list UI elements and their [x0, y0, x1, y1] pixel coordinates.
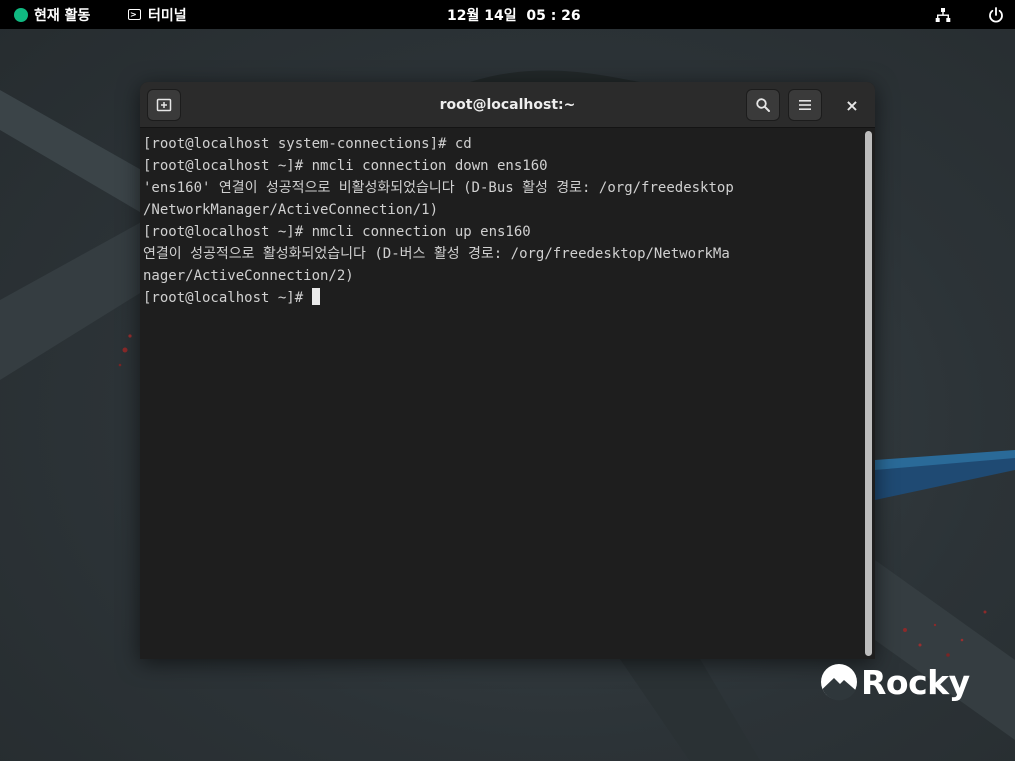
terminal-scrollbar[interactable]: [865, 131, 872, 656]
terminal-window[interactable]: root@localhost:~ × [root@localhost syste…: [140, 82, 875, 659]
clock-button[interactable]: 12월 14일 05 : 26: [447, 0, 581, 29]
hamburger-menu-icon: [799, 100, 811, 110]
terminal-line: /NetworkManager/ActiveConnection/1): [143, 202, 439, 218]
terminal-content[interactable]: [root@localhost system-connections]# cd …: [140, 129, 875, 659]
app-menu-terminal[interactable]: > 터미널: [128, 0, 187, 29]
activities-button[interactable]: 현재 활동: [14, 0, 90, 29]
hamburger-menu-button[interactable]: [788, 89, 822, 121]
search-icon: [756, 98, 770, 112]
clock-label: 12월 14일 05 : 26: [447, 7, 581, 24]
close-icon: ×: [845, 95, 859, 115]
terminal-line: [root@localhost ~]# nmcli connection dow…: [143, 158, 548, 174]
rocky-logo-text: Rocky: [861, 662, 970, 702]
terminal-line: 'ens160' 연결이 성공적으로 비활성화되었습니다 (D-Bus 활성 경…: [143, 180, 734, 196]
rocky-mountain-icon: [821, 664, 857, 701]
terminal-output[interactable]: [root@localhost system-connections]# cd …: [143, 133, 861, 309]
terminal-prompt-line[interactable]: [root@localhost ~]#: [143, 287, 861, 309]
power-icon[interactable]: [988, 0, 1004, 29]
close-button[interactable]: ×: [835, 89, 869, 121]
search-button[interactable]: [746, 89, 780, 121]
terminal-line: nager/ActiveConnection/2): [143, 268, 354, 284]
app-name-label: 터미널: [148, 7, 187, 24]
desktop-background: 현재 활동 > 터미널 12월 14일 05 : 26 root@localho…: [0, 0, 1015, 761]
top-bar: 현재 활동 > 터미널 12월 14일 05 : 26: [0, 0, 1015, 29]
terminal-line: [root@localhost ~]# nmcli connection up …: [143, 224, 531, 240]
network-wired-icon[interactable]: [935, 0, 951, 29]
text-cursor: [311, 288, 320, 305]
window-headerbar[interactable]: root@localhost:~ ×: [140, 82, 875, 128]
new-tab-icon: [156, 98, 172, 112]
activities-label: 현재 활동: [34, 7, 91, 24]
new-tab-button[interactable]: [147, 89, 181, 121]
rocky-logo: Rocky: [820, 662, 970, 702]
terminal-icon: >: [128, 9, 141, 20]
terminal-line: 연결이 성공적으로 활성화되었습니다 (D-버스 활성 경로: /org/fre…: [143, 246, 730, 262]
rocky-activities-icon: [14, 7, 28, 22]
terminal-line: [root@localhost system-connections]# cd: [143, 136, 472, 152]
terminal-prompt: [root@localhost ~]#: [143, 290, 312, 306]
